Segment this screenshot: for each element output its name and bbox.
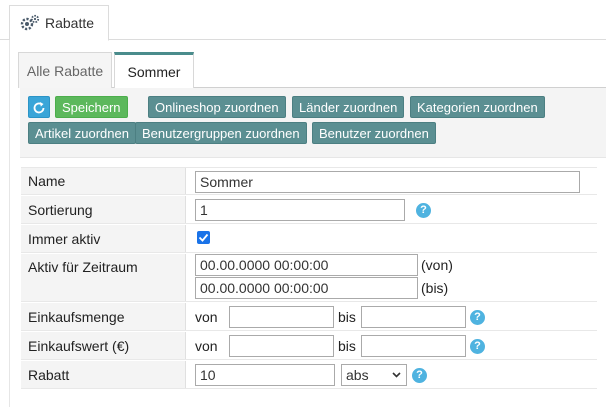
row-einkaufswert: Einkaufswert (€) von bis ?	[21, 332, 597, 360]
zeitraum-bis-suffix: (bis)	[421, 280, 449, 296]
name-input[interactable]: Sommer	[195, 171, 580, 193]
einkaufswert-bis-label: bis	[338, 338, 356, 354]
toolbar: Speichern Onlineshop zuordnen Länder zuo…	[20, 88, 606, 158]
row-einkaufsmenge: Einkaufsmenge von bis ?	[21, 303, 597, 331]
sortierung-input[interactable]: 1	[195, 199, 405, 221]
rabatt-type-value: abs	[346, 367, 369, 383]
zeitraum-label: Aktiv für Zeitraum	[21, 254, 186, 301]
rabatt-type-select[interactable]: abs	[341, 364, 407, 386]
onlineshop-zuordnen-button[interactable]: Onlineshop zuordnen	[148, 96, 286, 118]
zeitraum-bis-input[interactable]: 00.00.0000 00:00:00	[195, 277, 418, 299]
refresh-icon	[33, 102, 45, 114]
rabatt-input[interactable]: 10	[195, 364, 335, 386]
zeitraum-von-input[interactable]: 00.00.0000 00:00:00	[195, 254, 418, 276]
row-rabatt: Rabatt 10 abs ?	[21, 361, 597, 389]
immer-aktiv-checkbox[interactable]	[197, 231, 210, 244]
benutzer-zuordnen-button[interactable]: Benutzer zuordnen	[312, 122, 436, 144]
chevron-down-icon	[392, 372, 401, 378]
sub-tabs: Alle Rabatte Sommer	[18, 52, 606, 89]
checkmark-icon	[198, 233, 209, 242]
save-button[interactable]: Speichern	[55, 96, 128, 118]
row-zeitraum: Aktiv für Zeitraum 00.00.0000 00:00:00 (…	[21, 254, 597, 302]
einkaufswert-label: Einkaufswert (€)	[21, 332, 186, 359]
row-name: Name Sommer	[21, 167, 597, 195]
tab-rabatte[interactable]: Rabatte	[9, 5, 109, 41]
row-immer-aktiv: Immer aktiv	[21, 225, 597, 253]
immer-aktiv-label: Immer aktiv	[21, 225, 186, 252]
einkaufsmenge-label: Einkaufsmenge	[21, 303, 186, 330]
einkaufswert-bis-input[interactable]	[361, 335, 466, 357]
name-label: Name	[21, 168, 186, 194]
einkaufsmenge-bis-input[interactable]	[361, 306, 466, 328]
gear-icon	[20, 14, 40, 31]
tab-alle-rabatte[interactable]: Alle Rabatte	[18, 52, 112, 88]
sortierung-label: Sortierung	[21, 196, 186, 223]
einkaufsmenge-von-label: von	[195, 309, 218, 325]
tab-rabatte-label: Rabatte	[45, 15, 95, 31]
tab-sommer[interactable]: Sommer	[114, 52, 194, 89]
benutzergruppen-zuordnen-button[interactable]: Benutzergruppen zuordnen	[135, 122, 307, 144]
zeitraum-von-suffix: (von)	[421, 257, 453, 273]
help-icon[interactable]: ?	[470, 339, 485, 354]
help-icon[interactable]: ?	[416, 203, 431, 218]
row-sortierung: Sortierung 1 ?	[21, 196, 597, 224]
laender-zuordnen-button[interactable]: Länder zuordnen	[292, 96, 405, 118]
kategorien-zuordnen-button[interactable]: Kategorien zuordnen	[410, 96, 545, 118]
einkaufswert-von-input[interactable]	[229, 335, 334, 357]
refresh-button[interactable]	[28, 96, 50, 118]
einkaufsmenge-bis-label: bis	[338, 309, 356, 325]
artikel-zuordnen-button[interactable]: Artikel zuordnen	[28, 122, 136, 144]
top-tab-bar: Rabatte	[0, 0, 606, 41]
rabatt-label: Rabatt	[21, 361, 186, 388]
einkaufsmenge-von-input[interactable]	[229, 306, 334, 328]
help-icon[interactable]: ?	[412, 368, 427, 383]
einkaufswert-von-label: von	[195, 338, 218, 354]
help-icon[interactable]: ?	[470, 310, 485, 325]
